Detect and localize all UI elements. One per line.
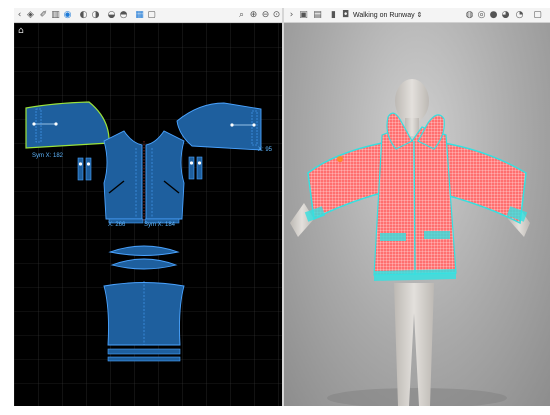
avatar-view-icon[interactable]: ● [488, 10, 499, 21]
grid-view-icon[interactable]: ▦ [134, 10, 145, 21]
back-piece[interactable] [103, 281, 185, 362]
garment-3d-window: › ▣ ▤ ▮ ◘ Walking on Runway ⇕ ◍ ◎ ● ◕ ◔ … [284, 8, 550, 406]
edit-curve-icon[interactable]: ◐ [78, 10, 89, 21]
toolbar-3d: › ▣ ▤ ▮ ◘ Walking on Runway ⇕ ◍ ◎ ● ◕ ◔ … [284, 8, 550, 23]
motion-dropdown[interactable]: Walking on Runway ⇕ [353, 10, 422, 21]
add-point-icon[interactable]: ◑ [90, 10, 101, 21]
sewing-icon[interactable]: ◒ [106, 10, 117, 21]
jacket-garment[interactable] [304, 112, 528, 281]
3d-viewport[interactable] [284, 23, 550, 406]
fit-map-icon[interactable]: ◔ [514, 10, 525, 21]
chevron-left-icon[interactable]: ‹ [14, 10, 25, 21]
front-left-piece[interactable] [103, 130, 143, 220]
texture-icon[interactable]: ◎ [476, 10, 487, 21]
segment-icon[interactable]: ◉ [62, 10, 73, 21]
layers-icon[interactable]: ◈ [25, 10, 36, 21]
zoom-out-icon[interactable]: ⊖ [260, 10, 271, 21]
pattern-canvas[interactable]: ⌂ Sym X: 182 X: 95 X: 266 Sym X: 184 [14, 23, 282, 406]
select-mesh-icon[interactable]: ▥ [50, 10, 61, 21]
dimension-label-front-right: Sym X: 184 [144, 222, 176, 228]
avatar-icon[interactable]: ▮ [328, 10, 339, 21]
window-icon[interactable]: ▢ [146, 10, 157, 21]
dimension-label-front-left: X: 266 [108, 222, 126, 228]
pattern-2d-window: ‹ ◈ ✐ ▥ ◉ ◐ ◑ ◒ ◓ ▦ ▢ ⌕ ⊕ ⊖ ⊙ ⌂ Sym X: 1… [14, 8, 282, 406]
window-icon[interactable]: ▢ [532, 10, 543, 21]
garment-design-app: ‹ ◈ ✐ ▥ ◉ ◐ ◑ ◒ ◓ ▦ ▢ ⌕ ⊕ ⊖ ⊙ ⌂ Sym X: 1… [0, 0, 550, 415]
front-right-piece[interactable] [143, 130, 185, 221]
zoom-reset-icon[interactable]: ⊙ [271, 10, 282, 21]
pattern-drawing[interactable] [14, 23, 282, 406]
dimension-label-left-sleeve: Sym X: 182 [32, 153, 64, 159]
simulate-icon[interactable]: ▣ [298, 10, 309, 21]
camera-icon[interactable]: ◘ [340, 10, 351, 21]
pin-icon[interactable]: ▤ [312, 10, 323, 21]
zoom-in-icon[interactable]: ⊕ [248, 10, 259, 21]
avatar-scene[interactable] [284, 23, 550, 406]
motion-dropdown-label: Walking on Runway [353, 12, 415, 19]
chevron-right-icon[interactable]: › [286, 10, 297, 21]
seam-icon[interactable]: ◓ [118, 10, 129, 21]
left-sleeve-piece[interactable] [25, 101, 110, 149]
hanger-icon[interactable]: ⌂ [18, 26, 24, 36]
dimension-label-right-sleeve: X: 95 [258, 147, 273, 153]
toolbar-2d: ‹ ◈ ✐ ▥ ◉ ◐ ◑ ◒ ◓ ▦ ▢ ⌕ ⊕ ⊖ ⊙ [14, 8, 282, 23]
transform-icon[interactable]: ✐ [38, 10, 49, 21]
zoom-fit-icon[interactable]: ⌕ [236, 10, 247, 21]
garment-view-icon[interactable]: ◍ [464, 10, 475, 21]
strain-map-icon[interactable]: ◕ [500, 10, 511, 21]
